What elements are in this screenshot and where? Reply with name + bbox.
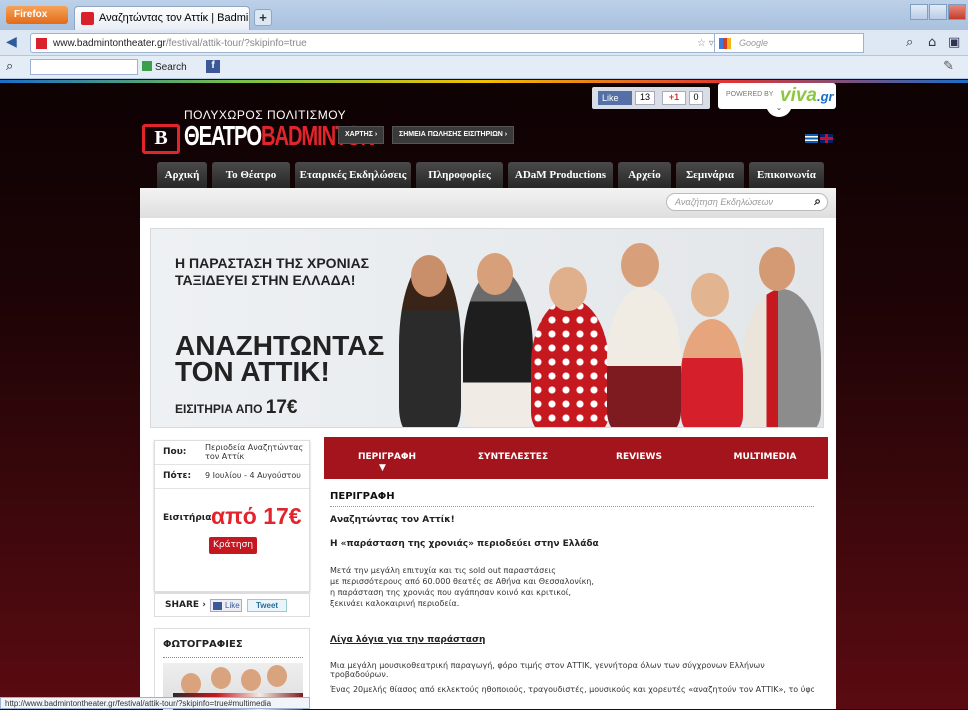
new-tab-button[interactable]: + xyxy=(254,9,272,26)
when-label: Πότε: xyxy=(163,471,192,481)
site-identity-icon[interactable] xyxy=(36,38,47,49)
detail-tabs: ΠΕΡΙΓΡΑΦΗ ▼ ΣΥΝΤΕΛΕΣΤΕΣ REVIEWS MULTIMED… xyxy=(324,437,828,479)
info-when: Πότε: 9 Ιουλίου - 4 Αυγούστου xyxy=(155,465,309,489)
article-heading: ΠΕΡΙΓΡΑΦΗ xyxy=(330,491,395,502)
banner-tickets: ΕΙΣΙΤΗΡΙΑ ΑΠΟ 17€ xyxy=(175,397,298,418)
about-show-link[interactable]: Λίγα λόγια για την παράσταση xyxy=(330,635,485,645)
banner-tagline: Η ΠΑΡΑΣΤΑΣΗ ΤΗΣ ΧΡΟΝΙΑΣ ΤΑΞΙΔΕΥΕΙ ΣΤΗΝ Ε… xyxy=(175,255,370,288)
description-article: ΠΕΡΙΓΡΑΦΗ Αναζητώντας τον Αττίκ! Η «παρά… xyxy=(324,479,828,709)
event-search-input[interactable]: Αναζήτηση Εκδηλώσεων ⌕ xyxy=(666,193,828,211)
gplus-button[interactable]: +1 xyxy=(662,91,686,105)
content-panel: Αναζήτηση Εκδηλώσεων ⌕ Η ΠΑΡΑΣΤΑΣΗ ΤΗΣ Χ… xyxy=(140,188,836,710)
ticket-price: από 17€ xyxy=(211,503,302,529)
ticket-points-button[interactable]: ΣΗΜΕΙΑ ΠΩΛΗΣΗΣ ΕΙΣΙΤΗΡΙΩΝ › xyxy=(392,126,515,144)
viva-badge[interactable]: POWERED BY viva.gr ⌄ xyxy=(718,83,836,117)
tab-description[interactable]: ΠΕΡΙΓΡΑΦΗ xyxy=(324,452,450,462)
tab-reviews[interactable]: REVIEWS xyxy=(576,452,702,462)
share-like-button[interactable]: Like xyxy=(210,599,242,612)
divider xyxy=(330,506,814,507)
browser-nav-bar: ◀ www.badmintontheater.gr/festival/attik… xyxy=(0,30,968,56)
tweet-button[interactable]: Tweet xyxy=(247,599,287,612)
nav-item-theater[interactable]: Το Θέατρο xyxy=(212,162,290,188)
photos-title: ΦΩΤΟΓΡΑΦΙΕΣ xyxy=(163,639,243,650)
nav-item-home[interactable]: Αρχική xyxy=(157,162,207,188)
nav-item-corporate[interactable]: Εταιρικές Εκδηλώσεις xyxy=(295,162,411,188)
tab-title: Αναζητώντας τον Αττίκ | Badminton Th... xyxy=(99,12,249,24)
map-button[interactable]: ΧΑΡΤΗΣ › xyxy=(338,126,385,144)
toolbar-search-input[interactable] xyxy=(30,59,138,75)
article-paragraph-1: Μετά την μεγάλη επιτυχία και τις sold ou… xyxy=(330,566,594,608)
search-strip: Αναζήτηση Εκδηλώσεων ⌕ xyxy=(140,188,836,218)
nav-item-contact[interactable]: Επικοινωνία xyxy=(749,162,824,188)
where-value: Περιοδεία Αναζητώντας τον Αττίκ xyxy=(205,443,304,461)
chevron-down-icon: ▼ xyxy=(379,463,386,473)
maximize-icon[interactable] xyxy=(929,4,947,20)
greek-flag-icon[interactable] xyxy=(805,134,818,143)
search-go-icon[interactable]: ⌕ xyxy=(906,35,913,50)
where-label: Που: xyxy=(163,447,187,457)
nav-item-archive[interactable]: Αρχείο xyxy=(618,162,671,188)
tab-credits[interactable]: ΣΥΝΤΕΛΕΣΤΕΣ xyxy=(450,452,576,462)
back-arrow-icon[interactable]: ◀ xyxy=(6,34,17,50)
fb-like-button[interactable]: Like xyxy=(598,91,632,105)
when-value: 9 Ιουλίου - 4 Αυγούστου xyxy=(205,471,301,480)
hero-banner[interactable]: Η ΠΑΡΑΣΤΑΣΗ ΤΗΣ ΧΡΟΝΙΑΣ ΤΑΞΙΔΕΥΕΙ ΣΤΗΝ Ε… xyxy=(150,228,824,428)
search-icon[interactable]: ⌕ xyxy=(6,59,13,74)
nav-item-seminars[interactable]: Σεμινάρια xyxy=(676,162,744,188)
google-icon xyxy=(719,38,731,49)
search-placeholder: Αναζήτηση Εκδηλώσεων xyxy=(675,197,774,207)
nav-item-adam[interactable]: ADaM Productions xyxy=(508,162,613,188)
event-info-box: Που: Περιοδεία Αναζητώντας τον Αττίκ Πότ… xyxy=(154,440,310,592)
addon-icon[interactable]: ▣ xyxy=(948,35,960,50)
share-bar: SHARE › Like Tweet xyxy=(154,593,310,617)
site-favicon-icon xyxy=(81,12,94,25)
url-path: /festival/attik-tour/?skipinfo=true xyxy=(165,38,307,49)
web-page: Like 13 +1 0 POWERED BY viva.gr ⌄ ΠΟΛΥΧΩ… xyxy=(0,80,968,710)
chevron-down-icon[interactable]: ⌄ xyxy=(766,103,792,117)
search-engine-placeholder: Google xyxy=(739,38,769,48)
close-icon[interactable] xyxy=(948,4,966,20)
browser-toolbar: ⌕ Search f ✎ xyxy=(0,56,968,79)
minimize-icon[interactable] xyxy=(910,4,928,20)
article-paragraph-2: Μια μεγάλη μουσικοθεατρική παραγωγή, φόρ… xyxy=(330,661,765,679)
share-label: SHARE › xyxy=(165,600,206,610)
book-button[interactable]: Κράτηση xyxy=(209,537,257,554)
article-subtitle: Αναζητώντας τον Αττίκ! xyxy=(330,515,455,525)
info-where: Που: Περιοδεία Αναζητώντας τον Αττίκ xyxy=(155,441,309,465)
wrench-icon[interactable]: ✎ xyxy=(943,59,954,74)
toolbar-search-button[interactable]: Search xyxy=(142,61,187,73)
url-host: www.badmintontheater.gr xyxy=(53,38,166,49)
window-controls xyxy=(910,4,968,20)
search-engine-box[interactable]: Google xyxy=(714,33,864,53)
banner-title: ΑΝΑΖΗΤΩΝΤΑΣ ΤΟΝ ΑΤΤΙΚ! xyxy=(175,330,385,387)
powered-by-label: POWERED BY xyxy=(726,91,774,98)
logo-mark-icon[interactable]: B xyxy=(142,124,180,154)
status-bar: http://www.badmintontheater.gr/festival/… xyxy=(0,697,310,709)
browser-tab-active[interactable]: Αναζητώντας τον Αττίκ | Badminton Th... xyxy=(74,6,250,30)
firefox-menu-button[interactable]: Firefox xyxy=(6,6,68,24)
gplus-count: 0 xyxy=(689,91,703,105)
uk-flag-icon[interactable] xyxy=(820,134,833,143)
facebook-icon[interactable]: f xyxy=(206,60,220,73)
home-icon[interactable]: ⌂ xyxy=(928,35,936,50)
article-subtitle-2: Η «παράσταση της χρονιάς» περιοδεύει στη… xyxy=(330,539,599,549)
fb-like-count: 13 xyxy=(635,91,655,105)
search-icon[interactable]: ⌕ xyxy=(814,194,821,209)
language-switcher xyxy=(803,133,833,146)
browser-tab-bar: Firefox Αναζητώντας τον Αττίκ | Badminto… xyxy=(0,0,968,30)
divider xyxy=(163,657,303,658)
tickets-label: Εισιτήρια: xyxy=(163,513,216,523)
nav-item-info[interactable]: Πληροφορίες xyxy=(416,162,503,188)
social-widgets: Like 13 +1 0 xyxy=(592,87,710,109)
tab-multimedia[interactable]: MULTIMEDIA xyxy=(702,452,828,462)
article-paragraph-3: Ένας 20μελής θίασος από εκλεκτούς ηθοποι… xyxy=(330,685,814,694)
